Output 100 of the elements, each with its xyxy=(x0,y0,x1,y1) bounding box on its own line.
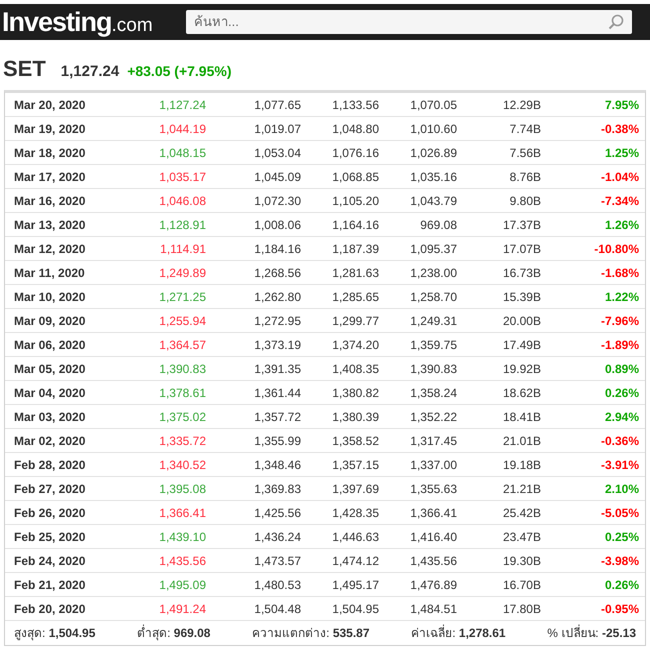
volume-cell-text: 25.42B xyxy=(502,504,541,522)
volume-cell-text: 17.07B xyxy=(502,240,541,258)
change-cell-text: -7.96% xyxy=(600,312,639,330)
price-cell-text: 1,255.94 xyxy=(158,312,206,330)
low-cell-text: 1,258.70 xyxy=(409,288,457,306)
low-cell-text: 1,358.24 xyxy=(409,384,457,402)
high-cell-text: 1,495.17 xyxy=(331,576,379,594)
open-cell-text: 1,348.46 xyxy=(253,456,301,474)
price-cell-text: 1,271.25 xyxy=(158,288,206,306)
low-cell-text: 1,070.05 xyxy=(409,96,457,114)
high-cell-text: 1,133.56 xyxy=(331,96,379,114)
low-cell-text: 1,095.37 xyxy=(409,240,457,258)
low-cell-text: 1,249.31 xyxy=(409,312,457,330)
change-cell-text: 2.10% xyxy=(604,480,639,498)
price-cell-text: 1,495.09 xyxy=(158,576,206,594)
price-cell-text: 1,127.24 xyxy=(158,96,206,114)
low-cell-text: 1,337.00 xyxy=(409,456,457,474)
change-cell-text: -0.95% xyxy=(600,600,639,618)
high-cell-text: 1,380.39 xyxy=(331,408,379,426)
date-cell-text: Feb 28, 2020 xyxy=(13,456,86,474)
date-cell-text: Mar 09, 2020 xyxy=(13,312,86,330)
low-cell-text: 1,416.40 xyxy=(409,528,457,546)
site-logo[interactable]: Investing.com xyxy=(2,2,182,42)
price-cell-text: 1,340.52 xyxy=(158,456,206,474)
high-cell-text: 1,187.39 xyxy=(331,240,379,258)
low-cell-text: 1,317.45 xyxy=(409,432,457,450)
date-cell-text: Mar 02, 2020 xyxy=(13,432,86,450)
open-cell-text: 1,373.19 xyxy=(253,336,301,354)
high-cell-text: 1,076.16 xyxy=(331,144,379,162)
high-cell-text: 1,408.35 xyxy=(331,360,379,378)
high-cell-text: 1,357.15 xyxy=(331,456,379,474)
volume-cell-text: 7.74B xyxy=(508,120,541,138)
open-cell-text: 1,391.35 xyxy=(253,360,301,378)
volume-cell-text: 16.73B xyxy=(502,264,541,282)
open-cell-text: 1,072.30 xyxy=(253,192,301,210)
price-cell-text: 1,395.08 xyxy=(158,480,206,498)
search-field[interactable]: ค้นหา... xyxy=(186,10,632,34)
low-cell-text: 1,390.83 xyxy=(409,360,457,378)
instrument-symbol: SET xyxy=(3,55,46,83)
low-cell-text: 1,484.51 xyxy=(409,600,457,618)
date-cell-text: Feb 21, 2020 xyxy=(13,576,86,594)
search-icon[interactable] xyxy=(608,14,624,30)
open-cell-text: 1,008.06 xyxy=(253,216,301,234)
volume-cell-text: 12.29B xyxy=(502,96,541,114)
price-cell-text: 1,375.02 xyxy=(158,408,206,426)
low-cell-text: 969.08 xyxy=(419,216,457,234)
change-cell-text: 2.94% xyxy=(604,408,639,426)
low-cell-text: 1,035.16 xyxy=(409,168,457,186)
date-cell-text: Mar 05, 2020 xyxy=(13,360,86,378)
low-cell-text: 1,366.41 xyxy=(409,504,457,522)
change-cell-text: -5.05% xyxy=(600,504,639,522)
change-cell-text: 1.26% xyxy=(604,216,639,234)
change-cell-text: -1.68% xyxy=(600,264,639,282)
volume-cell-text: 18.41B xyxy=(502,408,541,426)
open-cell-text: 1,045.09 xyxy=(253,168,301,186)
instrument-change: +83.05 (+7.95%) xyxy=(127,62,232,81)
open-cell-text: 1,480.53 xyxy=(253,576,301,594)
open-cell-text: 1,184.16 xyxy=(253,240,301,258)
price-cell-text: 1,366.41 xyxy=(158,504,206,522)
open-cell-text: 1,473.57 xyxy=(253,552,301,570)
date-cell-text: Feb 20, 2020 xyxy=(13,600,86,618)
price-cell-text: 1,435.56 xyxy=(158,552,206,570)
high-cell-text: 1,446.63 xyxy=(331,528,379,546)
change-cell-text: 7.95% xyxy=(604,96,639,114)
change-cell-text: 0.26% xyxy=(604,576,639,594)
high-cell-text: 1,285.65 xyxy=(331,288,379,306)
date-cell-text: Mar 04, 2020 xyxy=(13,384,86,402)
volume-cell-text: 21.01B xyxy=(502,432,541,450)
date-cell-text: Mar 10, 2020 xyxy=(13,288,86,306)
date-cell-text: Feb 25, 2020 xyxy=(13,528,86,546)
volume-cell-text: 20.00B xyxy=(502,312,541,330)
change-cell-text: 0.25% xyxy=(604,528,639,546)
high-cell-text: 1,397.69 xyxy=(331,480,379,498)
volume-cell-text: 19.92B xyxy=(502,360,541,378)
price-cell-text: 1,128.91 xyxy=(158,216,206,234)
change-cell-text: 1.25% xyxy=(604,144,639,162)
low-cell-text: 1,352.22 xyxy=(409,408,457,426)
date-cell-text: Mar 03, 2020 xyxy=(13,408,86,426)
date-cell-text: Mar 20, 2020 xyxy=(13,96,86,114)
date-cell-text: Mar 06, 2020 xyxy=(13,336,86,354)
open-cell-text: 1,369.83 xyxy=(253,480,301,498)
change-cell-text: 0.89% xyxy=(604,360,639,378)
low-cell-text: 1,355.63 xyxy=(409,480,457,498)
price-cell-text: 1,378.61 xyxy=(158,384,206,402)
high-cell-text: 1,504.95 xyxy=(331,600,379,618)
open-cell-text: 1,355.99 xyxy=(253,432,301,450)
open-cell-text: 1,425.56 xyxy=(253,504,301,522)
open-cell-text: 1,053.04 xyxy=(253,144,301,162)
high-cell-text: 1,048.80 xyxy=(331,120,379,138)
low-cell-text: 1,476.89 xyxy=(409,576,457,594)
volume-cell-text: 17.80B xyxy=(502,600,541,618)
low-cell-text: 1,435.56 xyxy=(409,552,457,570)
low-cell-text: 1,359.75 xyxy=(409,336,457,354)
open-cell-text: 1,357.72 xyxy=(253,408,301,426)
summary-stat: ต่ำสุด: 969.08 xyxy=(137,624,210,642)
open-cell-text: 1,268.56 xyxy=(253,264,301,282)
high-cell-text: 1,068.85 xyxy=(331,168,379,186)
date-cell-text: Mar 16, 2020 xyxy=(13,192,86,210)
date-cell-text: Feb 27, 2020 xyxy=(13,480,86,498)
change-cell-text: -0.38% xyxy=(600,120,639,138)
